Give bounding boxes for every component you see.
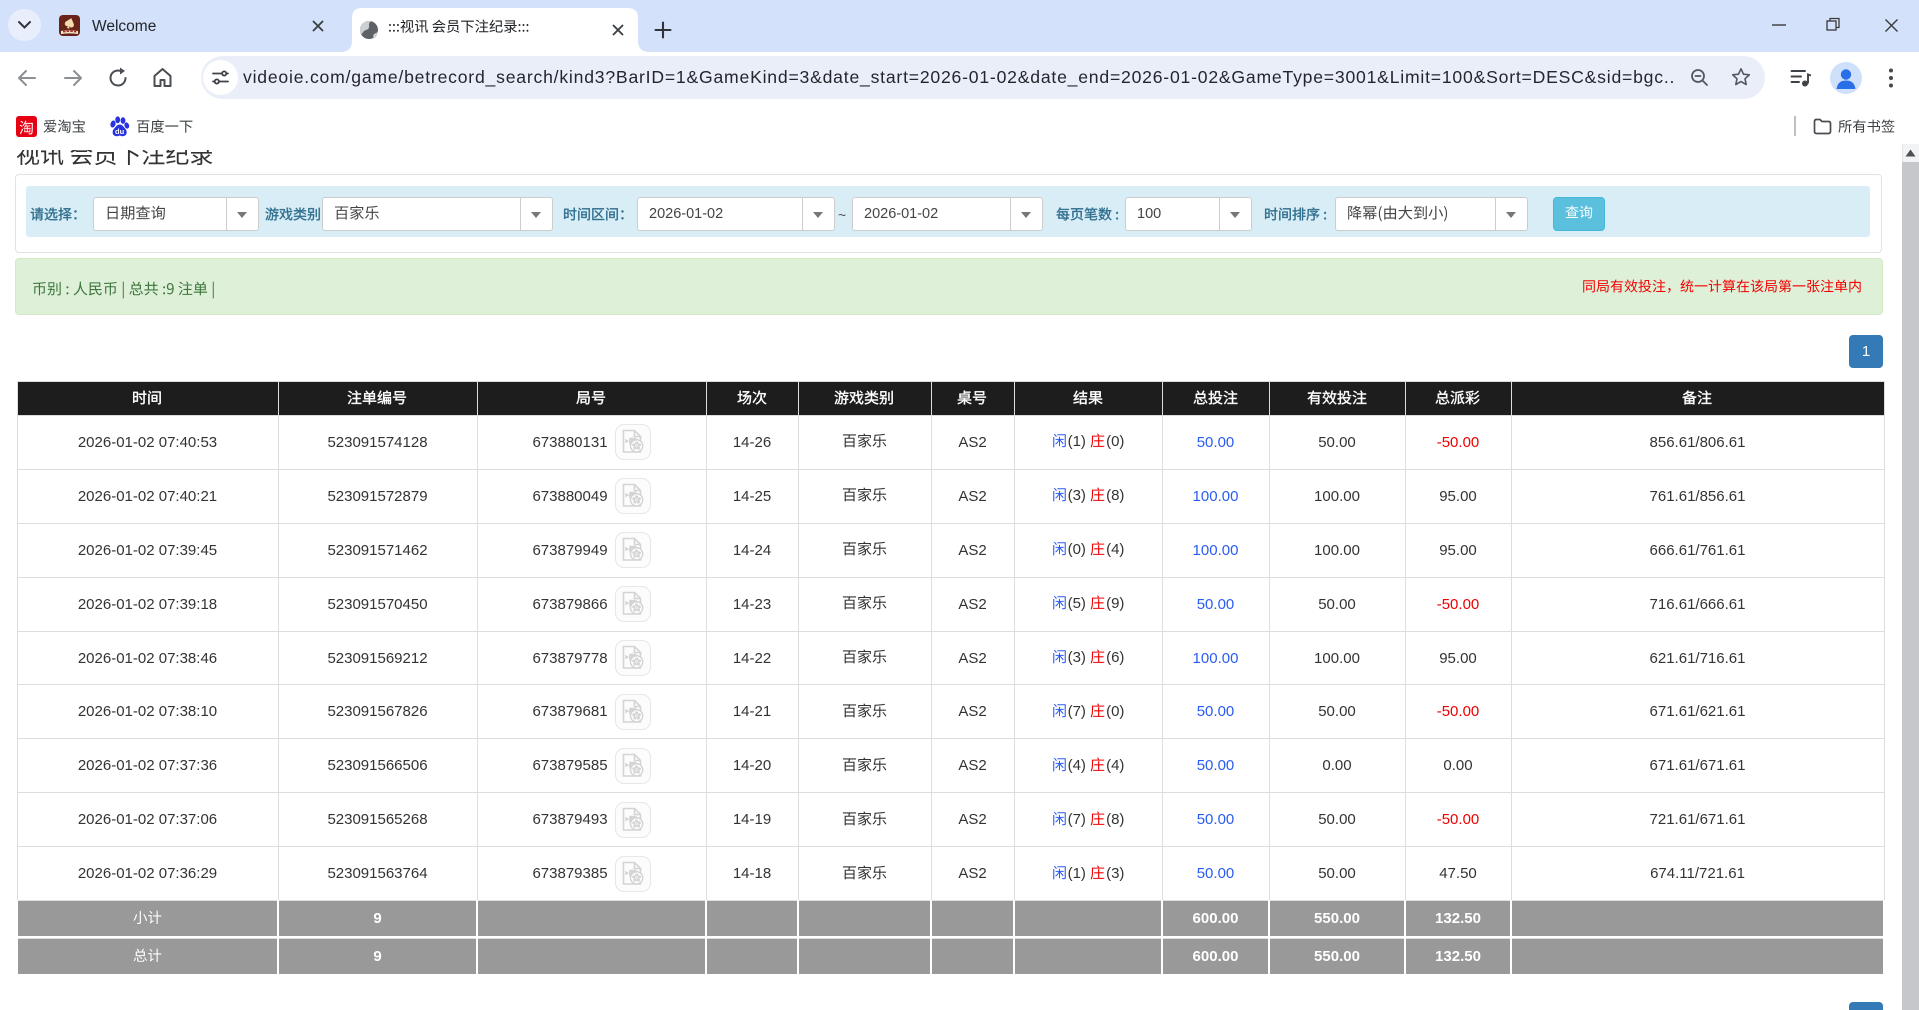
svg-text:du: du (115, 127, 125, 136)
